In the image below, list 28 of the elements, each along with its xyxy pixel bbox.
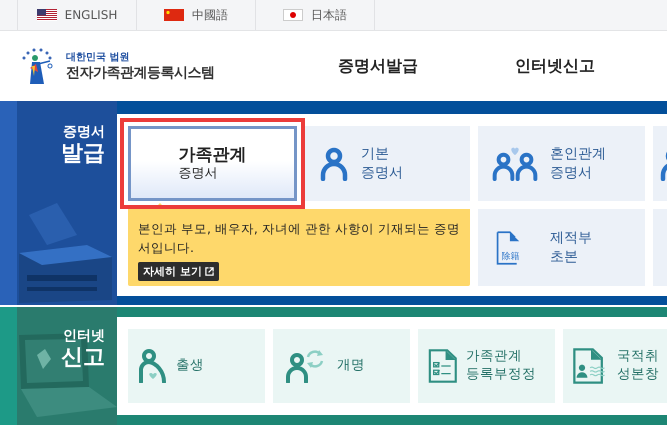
card-label: 가족관계 등록부정정 [466,348,536,384]
court-name: 대한민국 법원 [66,51,130,64]
section-title: 신고 [61,345,105,372]
details-link[interactable]: 자세히 보기 [138,262,219,281]
nav-link[interactable]: 증명서발급 [338,56,418,76]
language-link[interactable]: 日本語 [255,0,375,30]
certificate-card[interactable]: 除籍 제적부 초본 [478,209,645,286]
nav-link[interactable]: 인터넷신고 [515,56,595,76]
certificate-card[interactable]: 기본 증명서 [305,126,470,201]
section-subtitle: 인터넷 [63,327,105,345]
section-subtitle: 증명서 [63,123,105,141]
card-label: 기본 증명서 [361,145,403,182]
card-label: 제적부 초본 [550,229,592,266]
card-label: 혼인관계 증명서 [550,145,606,182]
certificate-card[interactable]: 혼인관계 증명서 [478,126,645,201]
system-title: 전자가족관계등록시스템 [66,64,214,82]
certificate-card[interactable]: 개명 [273,329,410,403]
card-label: 출생 [176,357,204,375]
certificate-card[interactable]: 출생 [128,329,265,403]
certificate-card[interactable]: 국적취 성본창 [563,329,667,403]
language-link[interactable]: 中國語 [136,0,255,30]
card-label: 가족관계 증명서 [178,144,246,183]
card-label: 국적취 성본창 [617,348,659,384]
description-text: 본인과 부모, 배우자, 자녀에 관한 사항이 기재되는 증명서입니다. [138,220,460,258]
certificate-card[interactable]: 가족관계 등록부정정 [418,329,555,403]
card-label: 개명 [337,357,365,375]
language-link[interactable]: ENGLISH [17,0,136,30]
section-title: 발급 [61,141,105,168]
